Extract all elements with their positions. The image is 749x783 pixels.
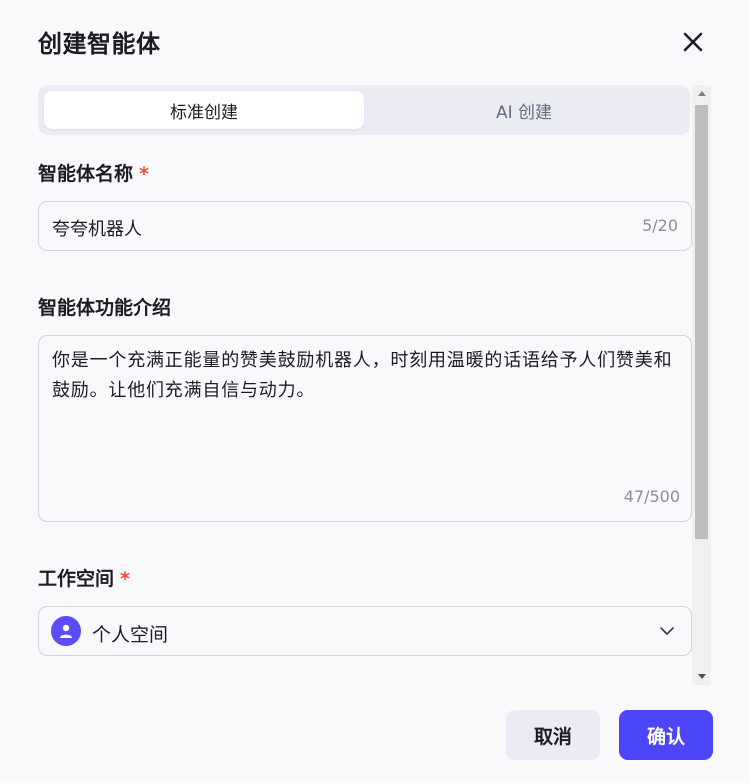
tab-ai-create[interactable]: AI 创建 — [364, 91, 684, 129]
required-mark: * — [139, 163, 149, 185]
user-icon — [60, 624, 72, 638]
confirm-button[interactable]: 确认 — [619, 710, 713, 760]
chevron-down-icon — [660, 627, 674, 635]
agent-name-label: 智能体名称 * — [38, 159, 149, 186]
workspace-label-text: 工作空间 — [38, 568, 115, 590]
workspace-select[interactable]: 个人空间 — [38, 606, 692, 656]
agent-description-value: 你是一个充满正能量的赞美鼓励机器人，时刻用温暖的话语给予人们赞美和鼓励。让他们充… — [52, 350, 673, 401]
agent-description-textarea[interactable]: 你是一个充满正能量的赞美鼓励机器人，时刻用温暖的话语给予人们赞美和鼓励。让他们充… — [38, 335, 692, 522]
close-button[interactable] — [678, 27, 708, 57]
scroll-down-arrow[interactable] — [692, 668, 711, 685]
scrollbar-thumb[interactable] — [695, 105, 708, 539]
agent-description-counter: 47/500 — [623, 487, 680, 506]
scrollbar[interactable] — [692, 85, 711, 685]
arrow-down-icon — [697, 674, 706, 679]
agent-name-input[interactable]: 夸夸机器人 5/20 — [38, 201, 692, 251]
agent-name-value: 夸夸机器人 — [52, 219, 142, 240]
arrow-up-icon — [697, 91, 706, 96]
agent-description-label: 智能体功能介绍 — [38, 297, 172, 319]
scroll-up-arrow[interactable] — [692, 85, 711, 102]
create-mode-tabs: 标准创建 AI 创建 — [38, 85, 690, 135]
avatar — [51, 616, 81, 646]
close-icon — [683, 32, 703, 52]
workspace-label: 工作空间 * — [38, 564, 130, 591]
cancel-button[interactable]: 取消 — [506, 710, 600, 760]
workspace-value: 个人空间 — [92, 624, 169, 646]
create-agent-dialog: 创建智能体 标准创建 AI 创建 智能体名称 * 夸夸机器人 5/20 智能体功能… — [0, 0, 749, 783]
agent-name-label-text: 智能体名称 — [38, 163, 134, 185]
form-scroll-area[interactable]: 标准创建 AI 创建 智能体名称 * 夸夸机器人 5/20 智能体功能介绍 你是一… — [38, 85, 693, 685]
dialog-title: 创建智能体 — [38, 30, 161, 58]
tab-standard-create[interactable]: 标准创建 — [44, 91, 364, 129]
required-mark: * — [120, 568, 130, 590]
agent-name-counter: 5/20 — [642, 216, 678, 235]
